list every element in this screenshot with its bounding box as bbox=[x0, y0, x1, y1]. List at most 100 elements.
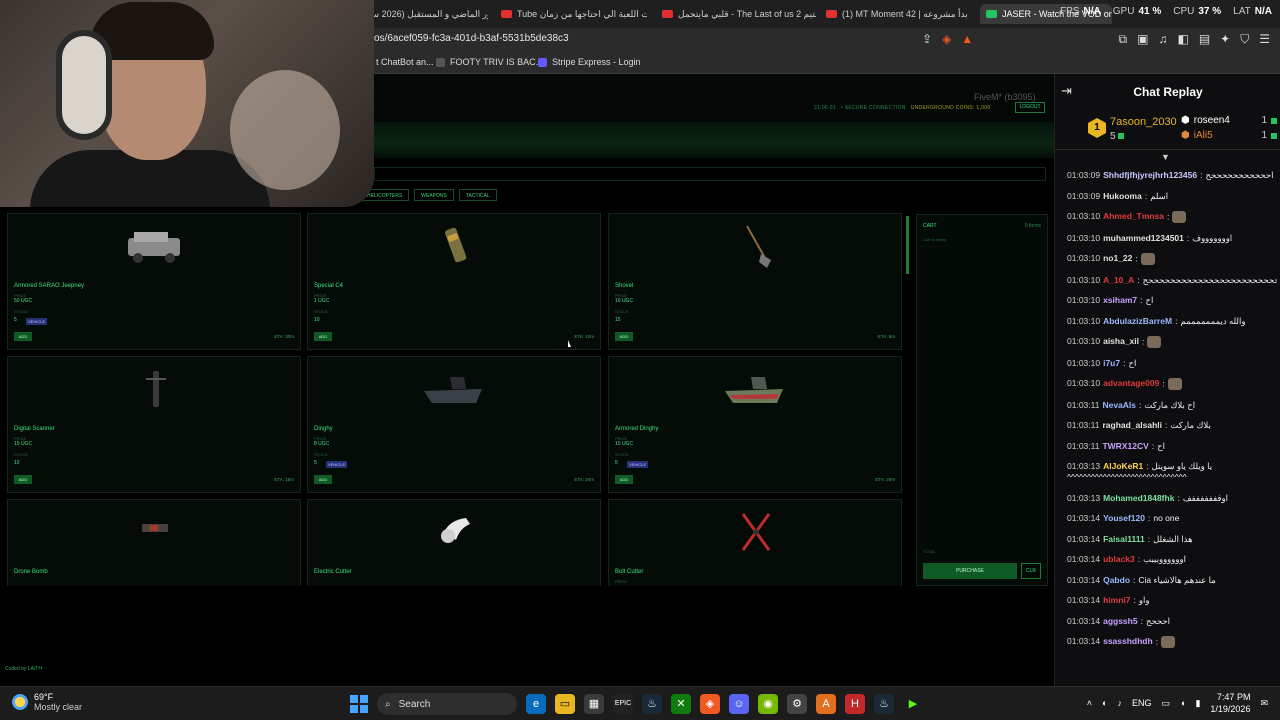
item-card[interactable]: Dinghy PRICE 8 UGC STOCK 5 VEHICLE ADD E… bbox=[307, 356, 601, 493]
volume-icon[interactable]: ◖ bbox=[1180, 698, 1185, 708]
store-icon[interactable]: ▦ bbox=[584, 694, 604, 714]
add-to-cart-button[interactable]: ADD bbox=[615, 332, 633, 341]
add-to-cart-button[interactable]: ADD bbox=[314, 475, 332, 484]
clear-cart-button[interactable]: CLR bbox=[1021, 563, 1041, 579]
message-username[interactable]: raghad_alsahli bbox=[1102, 420, 1162, 430]
message-username[interactable]: aggssh5 bbox=[1103, 616, 1138, 626]
leader-entry[interactable]: ⬢ iAli5 1 bbox=[1181, 130, 1277, 141]
message-username[interactable]: TWRX12CV bbox=[1102, 441, 1148, 451]
app-h-icon[interactable]: H bbox=[845, 694, 865, 714]
message-username[interactable]: Faisal1111 bbox=[1103, 534, 1145, 544]
item-stock: 15 bbox=[615, 317, 621, 323]
leader-entry[interactable]: ⬢ roseen4 1 bbox=[1181, 115, 1277, 126]
vpn-icon[interactable]: ⛉ bbox=[1240, 32, 1249, 47]
item-card[interactable]: Digital Scanner PRICE 15 UGC STOCK 10 AD… bbox=[7, 356, 301, 493]
items-scrollbar[interactable] bbox=[906, 216, 909, 274]
message-username[interactable]: Hukooma bbox=[1103, 191, 1142, 201]
message-username[interactable]: Ahmed_Tmnsa bbox=[1103, 211, 1164, 221]
leader-name[interactable]: 7asoon_2030 bbox=[1110, 116, 1177, 128]
discord-icon[interactable]: ☺ bbox=[729, 694, 749, 714]
notifications-icon[interactable]: ✉ bbox=[1260, 698, 1268, 709]
youtube-icon bbox=[662, 10, 673, 18]
leader-name: roseen4 bbox=[1193, 115, 1230, 126]
logout-button[interactable]: LOGOUT bbox=[1015, 102, 1045, 113]
taskbar-clock[interactable]: 7:47 PM 1/19/2026 bbox=[1210, 691, 1250, 715]
steam-icon[interactable]: ♨ bbox=[642, 694, 662, 714]
message-username[interactable]: no1_22 bbox=[1103, 253, 1132, 263]
message-username[interactable]: xsiham7 bbox=[1103, 295, 1137, 305]
screenshot-icon[interactable]: ▣ bbox=[1137, 32, 1148, 47]
item-card[interactable]: Bolt Cutter PRICE bbox=[608, 499, 902, 586]
browser-tab[interactable]: قلبي مايتحمل - The Last of us 2 تختيم bbox=[656, 4, 816, 24]
language-indicator[interactable]: ENG bbox=[1132, 698, 1152, 708]
message-username[interactable]: A_10_A bbox=[1103, 275, 1134, 285]
message-username[interactable]: ublack3 bbox=[1103, 554, 1135, 564]
market-search-bar[interactable] bbox=[374, 167, 1046, 181]
leo-ai-icon[interactable]: ✦ bbox=[1220, 32, 1230, 47]
bookmark[interactable]: t ChatBot an... bbox=[376, 57, 434, 67]
message-username[interactable]: advantage009 bbox=[1103, 378, 1159, 388]
app-a-icon[interactable]: A bbox=[816, 694, 836, 714]
message-username[interactable]: muhammed1234501 bbox=[1103, 233, 1184, 243]
message-username[interactable]: aisha_xil bbox=[1103, 336, 1139, 346]
kick-icon[interactable]: ▶ bbox=[903, 694, 923, 714]
purchase-button[interactable]: PURCHASE bbox=[923, 563, 1017, 579]
nvidia-icon[interactable]: ◉ bbox=[758, 694, 778, 714]
brave-rewards-icon[interactable]: ▲ bbox=[961, 32, 973, 46]
battery-icon[interactable]: ▮ bbox=[1195, 698, 1200, 709]
message-username[interactable]: AlJoKeR1 bbox=[1103, 461, 1143, 471]
item-card[interactable]: Drone Bomb bbox=[7, 499, 301, 586]
add-to-cart-button[interactable]: ADD bbox=[14, 475, 32, 484]
message-username[interactable]: ssasshdhdh bbox=[1103, 636, 1153, 646]
message-username[interactable]: AbdulazizBarreM bbox=[1103, 316, 1172, 326]
message-text: اح bbox=[1128, 357, 1137, 368]
wallet-icon[interactable]: ▤ bbox=[1199, 32, 1210, 47]
network-icon[interactable]: ▭ bbox=[1162, 698, 1171, 709]
bookmark[interactable]: FOOTY TRIV IS BAC... bbox=[436, 57, 543, 67]
message-username[interactable]: Shhdfjfhjyrejhrh123456 bbox=[1103, 170, 1197, 180]
item-card[interactable]: Armored SARAO Jeepney PRICE 50 UGC STOCK… bbox=[7, 213, 301, 350]
windows-start-icon[interactable] bbox=[350, 695, 368, 713]
item-card[interactable]: Electric Cutter bbox=[307, 499, 601, 586]
message-username[interactable]: Mohamed1848fhk bbox=[1103, 493, 1174, 503]
expand-leaderboard-icon[interactable]: ▼ bbox=[1161, 152, 1170, 162]
settings-icon[interactable]: ⚙ bbox=[787, 694, 807, 714]
microphone-icon[interactable]: ♪ bbox=[1117, 698, 1122, 708]
message-username[interactable]: Yousef120 bbox=[1103, 513, 1145, 523]
item-card[interactable]: Special C4 PRICE 1 UGC STOCK 10 ADD ETA:… bbox=[307, 213, 601, 350]
tray-app-icon[interactable]: ◐ bbox=[1102, 698, 1107, 708]
taskbar-search[interactable]: ⌕ Search bbox=[377, 693, 517, 715]
add-to-cart-button[interactable]: ADD bbox=[314, 332, 332, 341]
bookmark[interactable]: Stripe Express - Login bbox=[538, 57, 641, 67]
browser-tab[interactable]: باور الماضي و المستقبل (2026 سنة bbox=[358, 4, 488, 24]
sidebar-icon[interactable]: ◧ bbox=[1177, 32, 1188, 47]
weather-widget[interactable]: 69°F Mostly clear bbox=[12, 692, 82, 712]
brave-icon[interactable]: ◈ bbox=[700, 694, 720, 714]
tray-overflow-icon[interactable]: ˄ bbox=[1087, 698, 1092, 708]
extensions-icon[interactable]: ⧉ bbox=[1119, 32, 1128, 47]
epic-games-icon[interactable]: EPIC bbox=[613, 694, 633, 714]
url-field[interactable]: os/6acef059-fc3a-401d-b3af-5531b5de38c3 bbox=[374, 33, 569, 44]
browser-tab[interactable]: (1) MT Moment 42 | بدأ مشروعه bbox=[820, 4, 970, 24]
steam-2-icon[interactable]: ♨ bbox=[874, 694, 894, 714]
brave-shields-icon[interactable]: ◈ bbox=[942, 32, 951, 46]
menu-icon[interactable]: ☰ bbox=[1259, 32, 1270, 47]
file-explorer-icon[interactable]: ▭ bbox=[555, 694, 575, 714]
edge-icon[interactable]: e bbox=[526, 694, 546, 714]
browser-tab[interactable]: Tube لقيت اللعبة الي احتاجها من زمان bbox=[495, 4, 647, 24]
add-to-cart-button[interactable]: ADD bbox=[14, 332, 32, 341]
category-tab-tactical[interactable]: TACTICAL bbox=[458, 189, 497, 201]
category-tab-weapons[interactable]: WEAPONS bbox=[414, 189, 454, 201]
item-card[interactable]: Shovel PRICE 10 UGC STOCK 15 ADD ETA: 5m bbox=[608, 213, 902, 350]
message-username[interactable]: NevaAls bbox=[1102, 400, 1136, 410]
share-icon[interactable]: ⇪ bbox=[922, 32, 932, 46]
chat-message: 01:03:10 i7u7: اح bbox=[1067, 358, 1277, 369]
xbox-icon[interactable]: ✕ bbox=[671, 694, 691, 714]
message-username[interactable]: himni7 bbox=[1103, 595, 1130, 605]
add-to-cart-button[interactable]: ADD bbox=[615, 475, 633, 484]
message-username[interactable]: i7u7 bbox=[1103, 358, 1120, 368]
message-username[interactable]: Qabdo bbox=[1103, 575, 1130, 585]
chat-message: 01:03:13 Mohamed1848fhk: اوفففففففف bbox=[1067, 493, 1277, 504]
item-card[interactable]: Armored Dinghy PRICE 10 UGC STOCK 5 VEHI… bbox=[608, 356, 902, 493]
media-icon[interactable]: ♫ bbox=[1158, 32, 1167, 47]
